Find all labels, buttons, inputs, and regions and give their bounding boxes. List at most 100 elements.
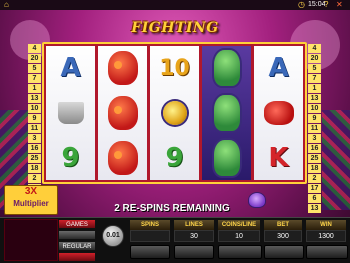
payline-number[interactable]: 2 [308, 174, 321, 183]
payline-number[interactable]: 3 [28, 134, 41, 143]
payline-number[interactable]: 5 [308, 64, 321, 73]
payline-number[interactable]: 1 [28, 84, 41, 93]
multiplier-label: Multiplier [13, 199, 49, 208]
stat-label: WIN [306, 220, 346, 230]
payline-number[interactable]: 7 [308, 74, 321, 83]
payline-number[interactable]: 3 [308, 134, 321, 143]
payline-number[interactable]: 25 [28, 154, 41, 163]
reel-cell [98, 46, 147, 90]
top-bar: ⌂ ◷ 15:04 ? ✕ [0, 0, 350, 10]
reel-3: 10 9 [150, 46, 199, 180]
symbol-k: K [268, 143, 289, 173]
control-button-4[interactable] [264, 245, 304, 259]
gold-medal-icon [162, 101, 187, 125]
payline-number[interactable]: 11 [28, 124, 41, 133]
red-boxer-fish-icon [107, 51, 138, 85]
payline-number[interactable]: 4 [28, 44, 41, 53]
payline-number[interactable]: 13 [308, 94, 321, 103]
symbol-9: 9 [165, 143, 184, 173]
payline-number[interactable]: 10 [308, 104, 321, 113]
reel-cell [202, 46, 251, 90]
reel-cell: 9 [150, 136, 199, 180]
stat-label: COINS/LINE [218, 220, 260, 230]
control-button-3[interactable] [218, 245, 262, 259]
stat-label: BET [264, 220, 302, 230]
stat-win: WIN 1300 [306, 220, 346, 242]
reel-cell: A [254, 46, 303, 90]
side-button-2[interactable] [58, 230, 96, 240]
payline-number[interactable]: 1 [308, 84, 321, 93]
slot-game-screen: ⌂ ◷ 15:04 ? ✕ FIGHTING FISH 420571131091… [0, 0, 350, 263]
payline-number[interactable]: 18 [308, 164, 321, 173]
games-button[interactable]: GAMES [58, 219, 96, 229]
control-button-1[interactable] [130, 245, 170, 259]
game-logo: FIGHTING FISH [110, 14, 240, 64]
payline-number[interactable]: 9 [28, 114, 41, 123]
stat-lines: LINES 30 [174, 220, 214, 242]
payline-number[interactable]: 16 [308, 144, 321, 153]
payline-number[interactable]: 17 [308, 184, 321, 193]
stat-spins: SPINS [130, 220, 170, 242]
reel-4-wild [202, 46, 251, 180]
payline-number[interactable]: 10 [28, 104, 41, 113]
stat-value: 300 [264, 230, 302, 242]
payline-number[interactable]: 11 [308, 124, 321, 133]
reel-cell [46, 91, 95, 135]
stat-value: 1300 [306, 230, 346, 242]
control-button-5[interactable] [306, 245, 348, 259]
payline-number[interactable]: 20 [308, 54, 321, 63]
payline-number[interactable]: 2 [28, 174, 41, 183]
payline-number[interactable]: 25 [308, 154, 321, 163]
help-icon[interactable]: ? [324, 1, 328, 9]
clock-text: 15:04 [308, 1, 326, 8]
reel-cell [150, 91, 199, 135]
wild-green-fish-icon [213, 50, 240, 86]
wild-green-fish-icon [213, 140, 240, 176]
symbol-a: A [268, 53, 289, 83]
payline-number[interactable]: 13 [308, 204, 321, 213]
reel-cell [254, 91, 303, 135]
reel-cell: K [254, 136, 303, 180]
multiplier-value: 3X [24, 186, 38, 197]
reel-2 [98, 46, 147, 180]
payline-number[interactable]: 4 [308, 44, 321, 53]
left-info-panel [4, 219, 58, 261]
payline-number[interactable]: 16 [28, 144, 41, 153]
reel-cell [202, 136, 251, 180]
wild-green-fish-icon [213, 95, 240, 131]
reel-cell: A [46, 46, 95, 90]
control-buttons-row [130, 245, 348, 259]
purple-fish-icon [248, 192, 266, 208]
home-icon[interactable]: ⌂ [4, 1, 9, 9]
payline-number[interactable]: 13 [28, 94, 41, 103]
payline-number[interactable]: 6 [308, 194, 321, 203]
stat-coins-per-line: COINS/LINE 10 [218, 220, 260, 242]
coin-value-chip[interactable]: 0.01 [102, 225, 124, 247]
control-button-2[interactable] [174, 245, 214, 259]
reel-cell: 9 [46, 136, 95, 180]
clock-icon: ◷ [298, 0, 305, 9]
symbol-9: 9 [61, 143, 80, 173]
stats-row: SPINS LINES 30 COINS/LINE 10 BET 300 WIN… [130, 220, 346, 242]
payline-number[interactable]: 5 [28, 64, 41, 73]
regular-button[interactable]: REGULAR [58, 241, 96, 251]
stat-value [130, 230, 170, 242]
stat-label: LINES [174, 220, 214, 230]
payline-numbers-right: 4 20 5 7 1 13 10 9 11 3 16 25 18 2 17 6 13 [308, 44, 321, 214]
red-boxer-fish-icon [107, 96, 138, 130]
stat-bet: BET 300 [264, 220, 302, 242]
close-icon[interactable]: ✕ [336, 1, 343, 9]
red-boxer-fish-icon [107, 141, 138, 175]
payline-number[interactable]: 18 [28, 164, 41, 173]
symbol-a: A [60, 53, 81, 83]
stat-label: SPINS [130, 220, 170, 230]
multiplier-panel: 3X Multiplier [4, 185, 58, 215]
side-buttons: GAMES REGULAR [58, 219, 96, 263]
payline-number[interactable]: 20 [28, 54, 41, 63]
side-button-4[interactable] [58, 252, 96, 262]
payline-number[interactable]: 7 [28, 74, 41, 83]
reel-cell [98, 91, 147, 135]
stat-value: 10 [218, 230, 260, 242]
respin-banner: 2 RE-SPINS REMAINING [114, 203, 230, 214]
payline-number[interactable]: 9 [308, 114, 321, 123]
